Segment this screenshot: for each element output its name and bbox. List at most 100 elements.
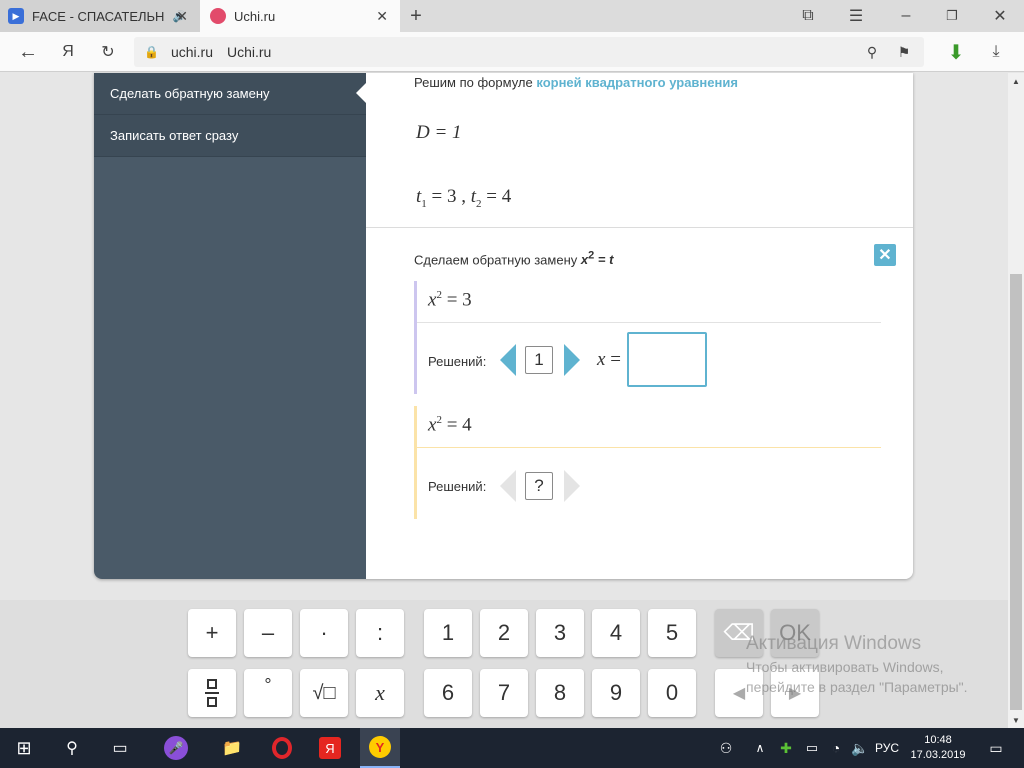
formula-line: Решим по формуле корней квадратного урав…	[414, 75, 738, 90]
close-window-icon[interactable]: ✕	[988, 4, 1012, 28]
key-3[interactable]: 3	[536, 609, 584, 657]
key-minus[interactable]: –	[244, 609, 292, 657]
eq1-marker	[414, 281, 417, 394]
yandex-browser-icon[interactable]: Я	[310, 728, 350, 768]
minimize-icon[interactable]: –	[894, 4, 918, 28]
eq1-solutions-label: Решений:	[428, 354, 487, 369]
eq2-decrease-arrow[interactable]	[500, 470, 516, 502]
notifications-icon[interactable]: ▭	[976, 728, 1016, 768]
key-divide[interactable]: :	[356, 609, 404, 657]
volume-icon[interactable]: 🔈	[840, 728, 880, 768]
sidebar-item-label: Сделать обратную замену	[110, 86, 270, 101]
key-multiply[interactable]: ·	[300, 609, 348, 657]
key-x[interactable]: x	[356, 669, 404, 717]
scroll-up-icon[interactable]: ▲	[1008, 73, 1024, 89]
menu-icon[interactable]: ☰	[844, 4, 868, 28]
browser-tab-uchi[interactable]: Uchi.ru ✕	[200, 0, 400, 32]
key-degree[interactable]: °	[244, 669, 292, 717]
lock-icon: 🔒	[144, 45, 159, 59]
eq2-increase-arrow[interactable]	[564, 470, 580, 502]
substitution-text: Сделаем обратную замену	[414, 252, 578, 268]
close-button[interactable]: ✕	[874, 244, 896, 266]
key-4[interactable]: 4	[592, 609, 640, 657]
key-0[interactable]: 0	[648, 669, 696, 717]
eq1-increase-arrow[interactable]	[564, 344, 580, 376]
discriminant: D = 1	[416, 122, 462, 144]
roots-line: t1 = 3 , t2 = 4	[416, 186, 511, 210]
scroll-down-icon[interactable]: ▼	[1008, 712, 1024, 728]
sidebar-item-write-answer[interactable]: Записать ответ сразу	[94, 115, 366, 157]
key-8[interactable]: 8	[536, 669, 584, 717]
scrollbar-thumb[interactable]	[1010, 274, 1022, 710]
quadratic-formula-link[interactable]: корней квадратного уравнения	[536, 75, 738, 90]
eq2-solutions-label: Решений:	[428, 479, 487, 494]
t1-sub: 1	[421, 197, 427, 210]
eq2-divider	[417, 447, 881, 448]
eq1-exp: 2	[436, 289, 442, 301]
key-9[interactable]: 9	[592, 669, 640, 717]
clock[interactable]: 10:48 17.03.2019	[910, 733, 966, 763]
eq2-exp: 2	[436, 414, 442, 426]
eq1-decrease-arrow[interactable]	[500, 344, 516, 376]
microphone-icon[interactable]: 🎤	[156, 728, 196, 768]
eq1-solution-count: 1	[525, 346, 553, 374]
url-field[interactable]: 🔒 uchi.ru Uchi.ru	[134, 37, 924, 67]
sidebar-item-reverse-substitution[interactable]: Сделать обратную замену	[94, 73, 366, 115]
section-divider	[366, 227, 913, 228]
sidebar-item-label: Записать ответ сразу	[110, 128, 239, 143]
search-icon[interactable]: ⚲	[860, 40, 884, 64]
key-7[interactable]: 7	[480, 669, 528, 717]
download-manager-icon[interactable]: ⬇	[944, 40, 968, 64]
key-5[interactable]: 5	[648, 609, 696, 657]
key-plus[interactable]: +	[188, 609, 236, 657]
clock-date: 17.03.2019	[910, 749, 966, 761]
url-page-title: Uchi.ru	[226, 44, 272, 60]
key-1[interactable]: 1	[424, 609, 472, 657]
bookmark-icon[interactable]: ⚑	[892, 40, 916, 64]
t1-value: = 3 ,	[431, 186, 466, 207]
eq1-x-label: x =	[597, 349, 621, 371]
close-tab-icon[interactable]: ✕	[376, 8, 388, 25]
eq1-rest: = 3	[446, 289, 472, 311]
url-domain: uchi.ru	[170, 44, 213, 60]
yandex-icon[interactable]: Я	[56, 40, 80, 64]
opera-icon[interactable]	[262, 728, 302, 768]
activation-watermark-text: Чтобы активировать Windows, перейдите в …	[746, 657, 968, 697]
fraction-icon	[205, 679, 219, 707]
download-icon[interactable]: ⤓	[984, 40, 1008, 64]
key-2[interactable]: 2	[480, 609, 528, 657]
folder-icon[interactable]: 📁	[212, 728, 252, 768]
t2-value: = 4	[486, 186, 512, 207]
substitution-exp: 2	[588, 250, 595, 262]
close-icon: ✕	[878, 247, 892, 264]
solution-panel	[366, 73, 913, 579]
restore-icon[interactable]: ❐	[940, 4, 964, 28]
new-tab-icon[interactable]: +	[404, 4, 428, 28]
back-icon[interactable]: ←	[16, 40, 40, 64]
steps-sidebar: Сделать обратную замену Записать ответ с…	[94, 73, 366, 579]
active-step-pointer	[356, 83, 366, 103]
bookmarks-icon[interactable]: ⧉	[796, 4, 820, 28]
key-sqrt[interactable]: √□	[300, 669, 348, 717]
eq1-x-symbol: x	[597, 349, 606, 370]
yandex-active-icon[interactable]: Y	[360, 728, 400, 768]
substitution-rest: = t	[597, 252, 614, 268]
eq2-solution-count: ?	[525, 472, 553, 500]
eq1-divider	[417, 322, 881, 323]
key-fraction[interactable]	[188, 669, 236, 717]
key-6[interactable]: 6	[424, 669, 472, 717]
tab-title: FACE - СПАСАТЕЛЬН	[32, 8, 165, 24]
language-indicator[interactable]: РУС	[875, 741, 899, 755]
close-tab-icon[interactable]: ✕	[176, 8, 188, 25]
discriminant-expr: D = 1	[416, 122, 462, 143]
watermark-line-2: перейдите в раздел "Параметры".	[746, 679, 968, 695]
windows-start-icon[interactable]: ⊞	[4, 728, 44, 768]
reload-icon[interactable]: ↻	[96, 40, 120, 64]
uchi-favicon-icon	[210, 8, 226, 24]
browser-tab-face[interactable]: ▶ FACE - СПАСАТЕЛЬН 🔊 ✕	[0, 0, 200, 32]
play-icon: ▶	[8, 8, 24, 24]
search-icon[interactable]: ⚲	[52, 728, 92, 768]
eq1-answer-input[interactable]	[627, 332, 707, 387]
task-view-icon[interactable]: ▭	[100, 728, 140, 768]
eq2-rest: = 4	[446, 414, 472, 436]
